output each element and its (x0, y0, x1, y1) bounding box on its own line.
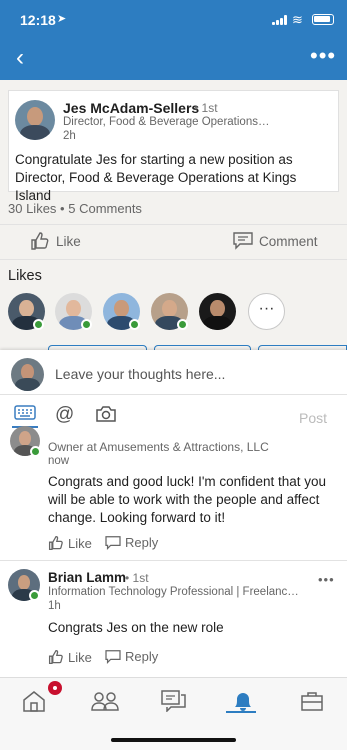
wifi-icon: ≋ (292, 12, 303, 27)
more-options-button[interactable]: ••• (310, 45, 336, 67)
post-text: Congratulate Jes for starting a new posi… (15, 152, 297, 203)
reply-icon (105, 535, 121, 550)
comment-age: 1h (48, 600, 61, 612)
comment-like-button[interactable]: Like (48, 649, 92, 665)
post-author-degree: • 1st (194, 101, 218, 115)
comment-reply-label: Reply (125, 649, 159, 664)
home-icon[interactable] (22, 690, 46, 712)
stats-separator: • (60, 201, 65, 216)
jobs-briefcase-icon[interactable] (300, 690, 324, 712)
divider (0, 560, 347, 561)
divider (0, 224, 347, 225)
my-network-icon[interactable] (90, 690, 120, 712)
active-tab-indicator (226, 711, 256, 713)
comment-reply-label: Reply (125, 535, 159, 550)
messaging-icon[interactable] (161, 690, 186, 713)
comment-age: now (48, 455, 70, 467)
online-status-dot (33, 319, 44, 330)
comment-text: Congrats and good luck! I'm confident th… (48, 474, 326, 525)
comment-like-button[interactable]: Like (48, 535, 92, 551)
online-status-dot (81, 319, 92, 330)
online-status-dot (29, 590, 40, 601)
divider (0, 259, 347, 260)
liker-avatar[interactable] (199, 293, 236, 330)
post-author-name[interactable]: Jes McAdam-Sellers (63, 100, 199, 116)
composer-overlap (0, 350, 347, 440)
comment-like-label: Like (68, 649, 92, 665)
online-status-dot (177, 319, 188, 330)
commenter-degree: • 1st (125, 571, 149, 585)
thumbs-up-icon (48, 535, 63, 551)
comment-text: Congrats Jes on the new role (48, 620, 224, 635)
likes-section-title: Likes (8, 268, 42, 284)
home-indicator (111, 738, 236, 742)
more-likers-button[interactable]: ··· (248, 293, 285, 330)
like-button[interactable]: Like (30, 231, 81, 251)
cellular-signal-icon (272, 15, 290, 25)
comment-label: Comment (259, 233, 318, 249)
commenter-name[interactable]: Brian Lamm (48, 570, 126, 585)
commenter-headline: Owner at Amusements & Attractions, LLC (48, 440, 269, 454)
commenter-headline: Information Technology Professional | Fr… (48, 586, 299, 598)
comments-count[interactable]: 5 Comments (68, 201, 142, 216)
status-time: 12:18 (20, 12, 56, 28)
post-age: 2h (63, 130, 76, 142)
post-author-headline: Director, Food & Beverage Operations… (63, 116, 270, 128)
comment-more-options-icon[interactable]: ••• (318, 572, 335, 587)
comment-button[interactable]: Comment (233, 232, 318, 250)
like-label: Like (56, 233, 81, 249)
battery-icon (312, 14, 334, 25)
post-stats: 30 Likes • 5 Comments (8, 201, 142, 216)
thumbs-up-icon (31, 232, 49, 250)
comment-reply-button[interactable]: Reply (105, 649, 158, 664)
comment-reply-button[interactable]: Reply (105, 535, 158, 550)
likes-count[interactable]: 30 Likes (8, 201, 56, 216)
reply-icon (105, 649, 121, 664)
location-arrow-icon: ➤ (57, 13, 67, 25)
notifications-bell-icon[interactable] (231, 690, 255, 712)
online-status-dot (129, 319, 140, 330)
online-status-dot (30, 446, 41, 457)
post-author-avatar[interactable] (15, 100, 55, 140)
comment-icon (233, 232, 253, 250)
back-button[interactable]: ‹ (16, 46, 24, 70)
notification-badge (48, 681, 62, 695)
comment-like-label: Like (68, 535, 92, 551)
thumbs-up-icon (48, 649, 63, 665)
